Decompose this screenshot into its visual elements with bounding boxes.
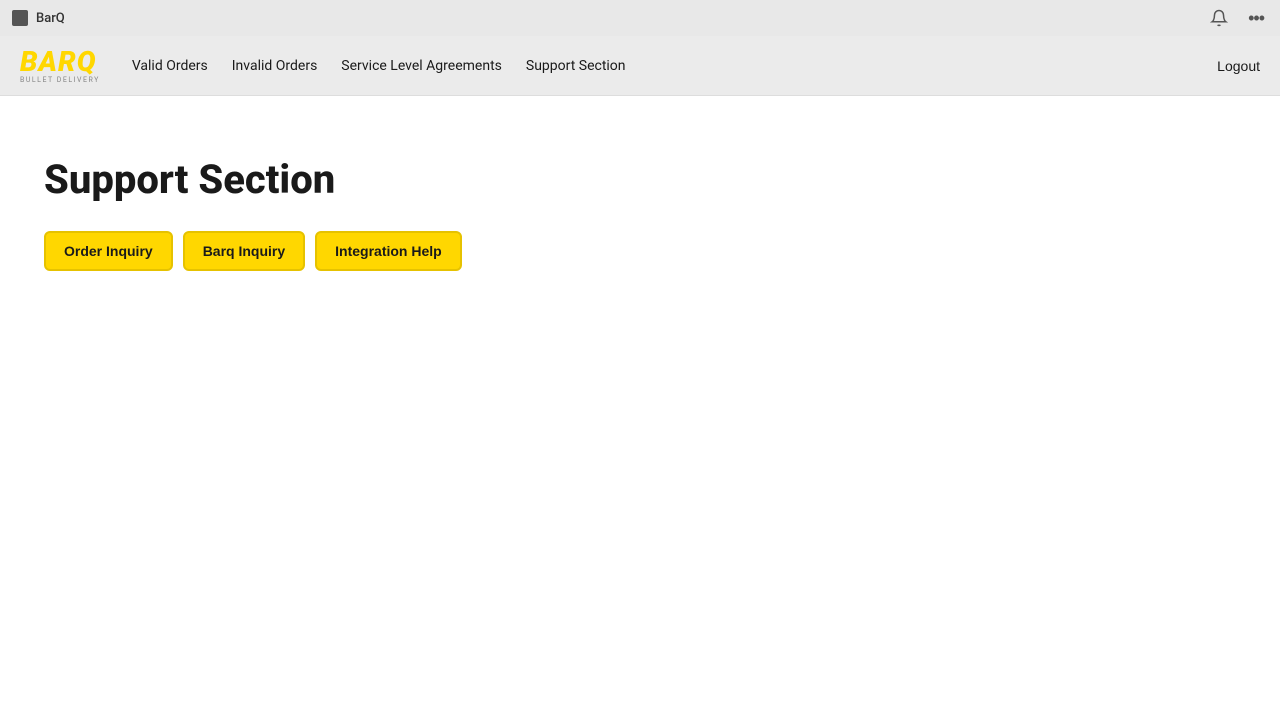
title-bar-right: ••• <box>1206 6 1268 31</box>
main-content: Support Section Order Inquiry Barq Inqui… <box>0 96 1280 331</box>
logo-text: BARQ <box>20 48 97 76</box>
app-icon <box>12 10 28 26</box>
bell-icon <box>1210 9 1228 27</box>
more-options-button[interactable]: ••• <box>1244 6 1268 31</box>
integration-help-button[interactable]: Integration Help <box>315 231 462 271</box>
nav-links: Valid Orders Invalid Orders Service Leve… <box>132 54 626 78</box>
more-icon: ••• <box>1248 8 1264 29</box>
navbar-left: BARQ BULLET DELIVERY Valid Orders Invali… <box>20 48 626 84</box>
barq-inquiry-button[interactable]: Barq Inquiry <box>183 231 305 271</box>
notification-bell-button[interactable] <box>1206 7 1232 29</box>
logo[interactable]: BARQ BULLET DELIVERY <box>20 48 100 84</box>
navbar: BARQ BULLET DELIVERY Valid Orders Invali… <box>0 36 1280 96</box>
title-bar: BarQ ••• <box>0 0 1280 36</box>
nav-link-support-section[interactable]: Support Section <box>526 54 626 78</box>
nav-link-invalid-orders[interactable]: Invalid Orders <box>232 54 318 78</box>
title-bar-left: BarQ <box>12 10 65 26</box>
app-title: BarQ <box>36 11 65 26</box>
nav-link-sla[interactable]: Service Level Agreements <box>341 54 502 78</box>
order-inquiry-button[interactable]: Order Inquiry <box>44 231 173 271</box>
nav-link-valid-orders[interactable]: Valid Orders <box>132 54 208 78</box>
logo-subtitle: BULLET DELIVERY <box>20 76 100 84</box>
support-button-group: Order Inquiry Barq Inquiry Integration H… <box>44 231 1236 271</box>
logout-button[interactable]: Logout <box>1217 58 1260 74</box>
page-title: Support Section <box>44 156 1236 203</box>
